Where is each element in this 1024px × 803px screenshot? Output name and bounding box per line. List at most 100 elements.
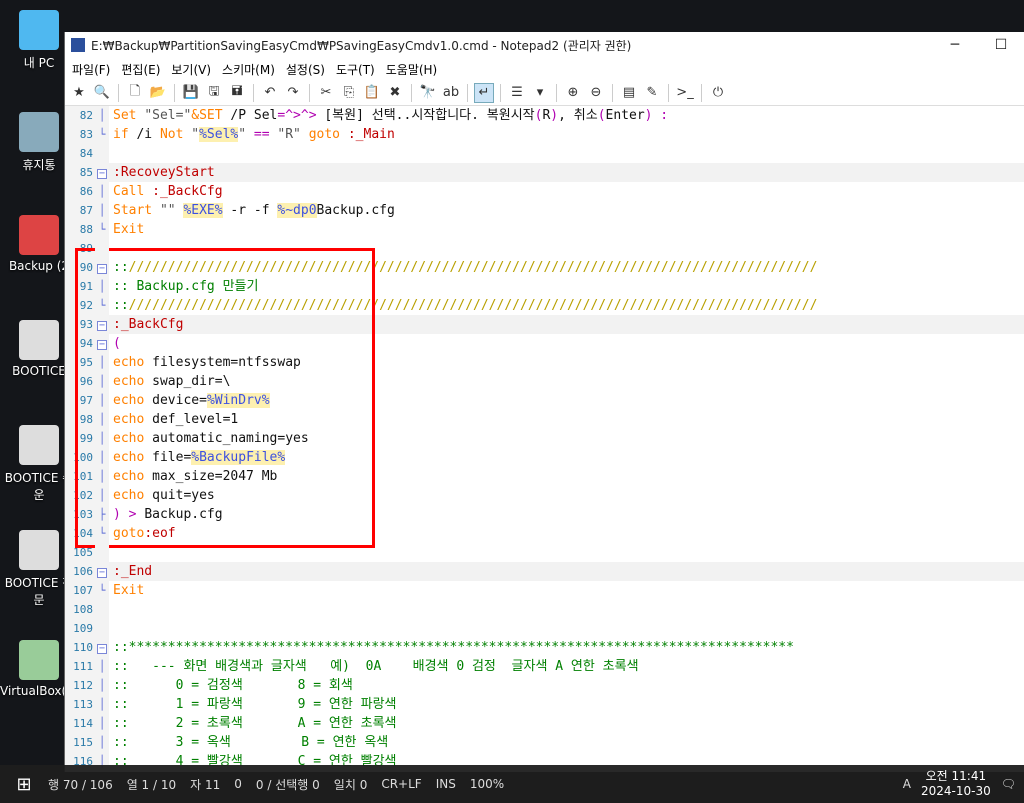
notepad2-window: E:₩Backup₩PartitionSavingEasyCmd₩PSaving…: [64, 32, 1024, 772]
toolbar-separator: [500, 83, 501, 102]
toolbar-separator: [556, 83, 557, 102]
scheme-config-icon[interactable]: ▤: [619, 83, 639, 103]
replace-icon[interactable]: ab: [441, 83, 461, 103]
code-line[interactable]: 84: [65, 144, 1024, 163]
code-line[interactable]: 88 └ Exit: [65, 220, 1024, 239]
save-as-icon[interactable]: 🖫: [204, 83, 224, 103]
code-token: %WinDrv%: [206, 393, 270, 408]
code-line[interactable]: 82 │ Set "Sel="&SET /P Sel=^>^> [복원] 선택..시…: [65, 106, 1024, 125]
title-bar[interactable]: E:₩Backup₩PartitionSavingEasyCmd₩PSaving…: [65, 32, 1024, 58]
fold-guide: [95, 239, 109, 258]
code-line[interactable]: 87 │ Start "" %EXE% -r -f %~dp0Backup.cfg: [65, 201, 1024, 220]
toolbar-separator: [253, 83, 254, 102]
code-text: if /i Not "%Sel%" == "R" goto :_Main: [109, 125, 1024, 144]
code-line[interactable]: 95 │ echo filesystem=ntfsswap: [65, 353, 1024, 372]
code-line[interactable]: 104 └ goto:eof: [65, 524, 1024, 543]
code-line[interactable]: 91 │:: Backup.cfg 만들기: [65, 277, 1024, 296]
line-number: 86: [65, 182, 95, 201]
customize-icon[interactable]: ✎: [642, 83, 662, 103]
code-line[interactable]: 94−(: [65, 334, 1024, 353]
code-line[interactable]: 93−:_BackCfg: [65, 315, 1024, 334]
code-line[interactable]: 109: [65, 619, 1024, 638]
code-token: Start: [113, 203, 153, 218]
ime-indicator[interactable]: A: [903, 777, 911, 791]
code-token: >: [120, 507, 145, 522]
status-item: 일치 0: [333, 777, 368, 792]
code-line[interactable]: 113 │:: 1 = 파랑색 9 = 연한 파랑색: [65, 695, 1024, 714]
save-icon[interactable]: 💾: [181, 83, 201, 103]
status-item: 행 70 / 106: [48, 777, 113, 792]
line-number: 84: [65, 144, 95, 163]
code-line[interactable]: 92 └::///////////////////////////////////…: [65, 296, 1024, 315]
cut-icon[interactable]: ✂: [316, 83, 336, 103]
code-line[interactable]: 101 │ echo max_size=2047 Mb: [65, 467, 1024, 486]
new-icon[interactable]: 🗋: [125, 83, 145, 103]
code-line[interactable]: 85−:RecoveyStart: [65, 163, 1024, 182]
paste-icon[interactable]: 📋: [362, 83, 382, 103]
code-line[interactable]: 98 │ echo def_level=1: [65, 410, 1024, 429]
menu-item[interactable]: 설정(S): [283, 61, 333, 78]
code-token: :eof: [144, 526, 176, 541]
code-line[interactable]: 106−:_End: [65, 562, 1024, 581]
redo-icon[interactable]: ↷: [283, 83, 303, 103]
open-icon[interactable]: 📂: [148, 83, 168, 103]
code-line[interactable]: 86 │ Call :_BackCfg: [65, 182, 1024, 201]
save-copy-icon[interactable]: 🖬: [227, 83, 247, 103]
line-number: 104: [65, 524, 95, 543]
code-line[interactable]: 90−::///////////////////////////////////…: [65, 258, 1024, 277]
line-number: 100: [65, 448, 95, 467]
code-editor[interactable]: 82 │ Set "Sel="&SET /P Sel=^>^> [복원] 선택..시…: [65, 106, 1024, 772]
code-line[interactable]: 112 │:: 0 = 검정색 8 = 회색: [65, 676, 1024, 695]
find-icon[interactable]: 🔭: [418, 83, 438, 103]
favorites-icon[interactable]: ★: [69, 83, 89, 103]
zoom-out-icon[interactable]: ⊖: [586, 83, 606, 103]
code-line[interactable]: 103 ├) > Backup.cfg: [65, 505, 1024, 524]
fold-toggle-icon: −: [95, 638, 109, 657]
code-line[interactable]: 111 │:: --- 화면 배경색과 글자색 예) 0A 배경색 0 검정 글자…: [65, 657, 1024, 676]
code-token: Exit: [113, 222, 145, 237]
code-token: ::**************************************…: [113, 640, 794, 655]
scheme-icon[interactable]: ☰: [507, 83, 527, 103]
code-text: echo automatic_naming=yes: [109, 429, 1024, 448]
clock[interactable]: 오전 11:41 2024-10-30: [921, 769, 991, 799]
copy-icon[interactable]: ⎘: [339, 83, 359, 103]
code-text: :://////////////////////////////////////…: [109, 258, 1024, 277]
fold-guide: │: [95, 486, 109, 505]
code-line[interactable]: 97 │ echo device=%WinDrv%: [65, 391, 1024, 410]
fold-guide: │: [95, 391, 109, 410]
code-line[interactable]: 83 └ if /i Not "%Sel%" == "R" goto :_Main: [65, 125, 1024, 144]
start-button[interactable]: ⊞: [0, 774, 48, 795]
code-text: goto:eof: [109, 524, 1024, 543]
menu-item[interactable]: 편집(E): [118, 61, 168, 78]
menu-item[interactable]: 도구(T): [333, 61, 383, 78]
word-wrap-icon[interactable]: ↵: [474, 82, 494, 103]
code-line[interactable]: 89: [65, 239, 1024, 258]
code-line[interactable]: 107 └ Exit: [65, 581, 1024, 600]
code-line[interactable]: 110−::**********************************…: [65, 638, 1024, 657]
zoom-in-icon[interactable]: ⊕: [563, 83, 583, 103]
code-line[interactable]: 105: [65, 543, 1024, 562]
dropdown-icon[interactable]: ▾: [530, 83, 550, 103]
undo-icon[interactable]: ↶: [260, 83, 280, 103]
code-line[interactable]: 100 │ echo file=%BackupFile%: [65, 448, 1024, 467]
menu-item[interactable]: 보기(V): [168, 61, 219, 78]
code-line[interactable]: 114 │:: 2 = 초록색 A = 연한 초록색: [65, 714, 1024, 733]
code-token: if: [113, 127, 129, 142]
maximize-button[interactable]: ☐: [978, 37, 1024, 53]
code-line[interactable]: 108: [65, 600, 1024, 619]
menu-item[interactable]: 스키마(M): [219, 61, 283, 78]
code-line[interactable]: 102 │ echo quit=yes: [65, 486, 1024, 505]
code-line[interactable]: 96 │ echo swap_dir=\: [65, 372, 1024, 391]
minimize-button[interactable]: ─: [932, 37, 978, 53]
code-line[interactable]: 115 │:: 3 = 옥색 B = 연한 옥색: [65, 733, 1024, 752]
code-token: ==: [253, 127, 270, 142]
console-icon[interactable]: >_: [675, 83, 695, 103]
menu-item[interactable]: 파일(F): [69, 61, 118, 78]
find-file-icon[interactable]: 🔍: [92, 83, 112, 103]
menu-item[interactable]: 도움말(H): [383, 61, 446, 78]
exit-icon[interactable]: ⏻: [708, 83, 728, 103]
notification-icon[interactable]: 🗨: [1001, 777, 1016, 791]
code-line[interactable]: 99 │ echo automatic_naming=yes: [65, 429, 1024, 448]
toolbar-separator: [309, 83, 310, 102]
delete-icon[interactable]: ✖: [385, 83, 405, 103]
